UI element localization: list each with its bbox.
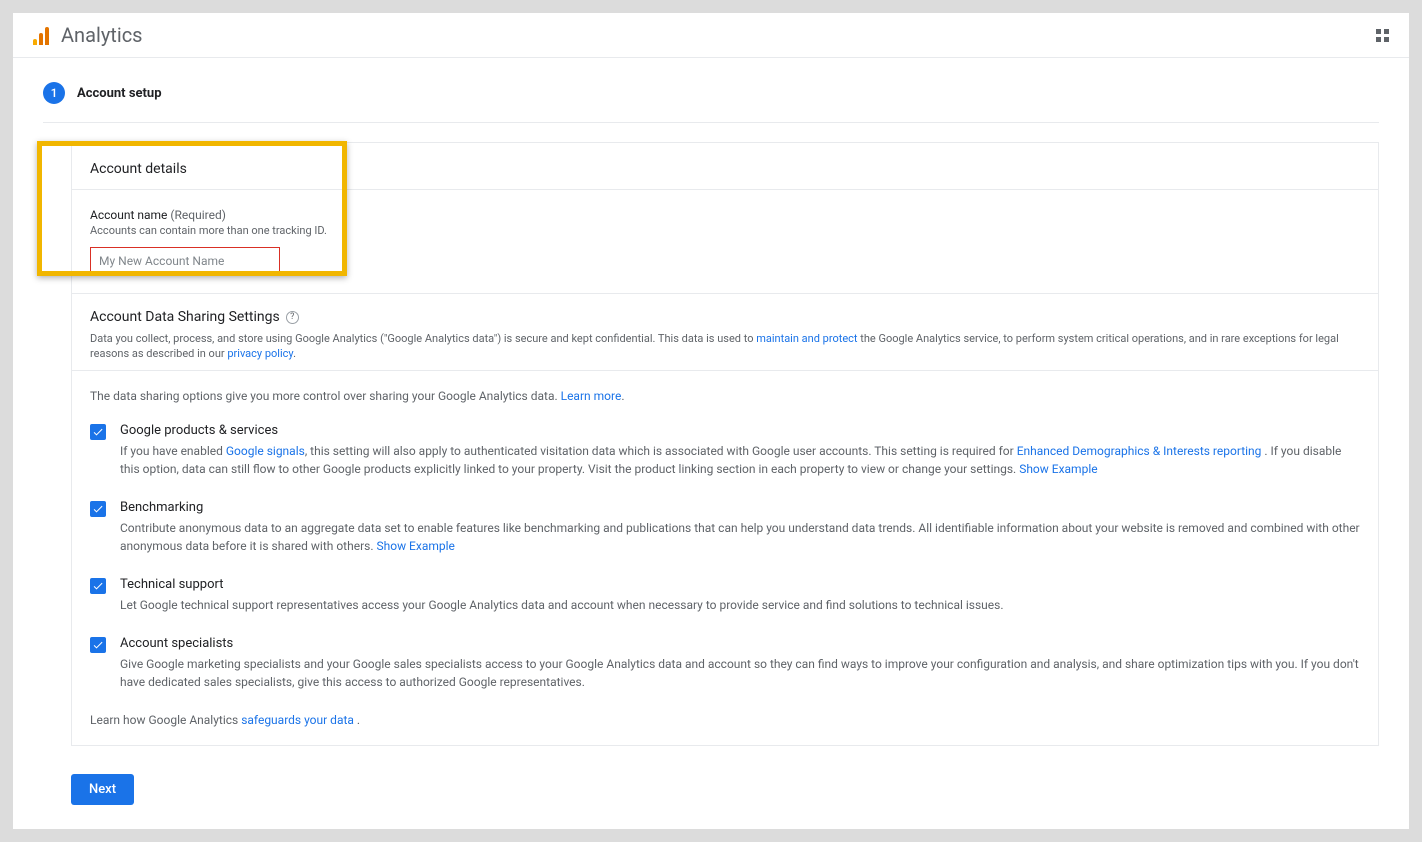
account-details-section: Account details Account name (Required) …: [71, 142, 1379, 294]
google-signals-link[interactable]: Google signals: [226, 444, 305, 458]
option-title: Technical support: [120, 577, 1360, 592]
account-name-hint: Accounts can contain more than one track…: [90, 224, 1360, 237]
option-benchmarking: Benchmarking Contribute anonymous data t…: [90, 500, 1360, 555]
app-title: Analytics: [61, 23, 143, 47]
page-content: 1 Account setup Account details Account …: [13, 58, 1409, 829]
option-desc: If you have enabled Google signals, this…: [120, 442, 1360, 478]
header-left: Analytics: [33, 23, 143, 47]
option-desc: Let Google technical support representat…: [120, 596, 1360, 614]
option-account-specialists: Account specialists Give Google marketin…: [90, 636, 1360, 691]
content-area: Account details Account name (Required) …: [71, 142, 1379, 746]
account-details-header: Account details: [72, 143, 1378, 190]
maintain-protect-link[interactable]: maintain and protect: [756, 332, 857, 345]
option-google-products: Google products & services If you have e…: [90, 423, 1360, 478]
step-label: Account setup: [77, 86, 162, 101]
data-sharing-description: Data you collect, process, and store usi…: [90, 331, 1360, 362]
next-button[interactable]: Next: [71, 774, 134, 805]
checkbox-technical-support[interactable]: [90, 578, 106, 594]
account-name-label: Account name (Required): [90, 208, 1360, 222]
account-details-title: Account details: [90, 161, 1360, 177]
safeguards-line: Learn how Google Analytics safeguards yo…: [90, 713, 1360, 727]
show-example-link[interactable]: Show Example: [1019, 462, 1097, 476]
checkbox-account-specialists[interactable]: [90, 637, 106, 653]
checkbox-benchmarking[interactable]: [90, 501, 106, 517]
option-desc: Contribute anonymous data to an aggregat…: [120, 519, 1360, 555]
show-example-link[interactable]: Show Example: [376, 539, 454, 553]
help-icon[interactable]: ?: [286, 311, 299, 324]
safeguards-link[interactable]: safeguards your data: [241, 713, 354, 727]
analytics-logo-icon: [33, 25, 49, 45]
data-sharing-section: Account Data Sharing Settings ? Data you…: [71, 293, 1379, 746]
apps-grid-icon[interactable]: [1376, 29, 1389, 42]
option-technical-support: Technical support Let Google technical s…: [90, 577, 1360, 614]
app-window: Analytics 1 Account setup Account detail…: [13, 13, 1409, 829]
option-desc: Give Google marketing specialists and yo…: [120, 655, 1360, 691]
data-sharing-title: Account Data Sharing Settings ?: [90, 309, 299, 325]
sharing-intro: The data sharing options give you more c…: [90, 389, 1360, 403]
stepper-row[interactable]: 1 Account setup: [43, 82, 1379, 123]
checkbox-google-products[interactable]: [90, 424, 106, 440]
option-title: Account specialists: [120, 636, 1360, 651]
privacy-policy-link[interactable]: privacy policy: [227, 347, 293, 360]
option-title: Benchmarking: [120, 500, 1360, 515]
option-title: Google products & services: [120, 423, 1360, 438]
enhanced-demographics-link[interactable]: Enhanced Demographics & Interests report…: [1017, 444, 1262, 458]
learn-more-link[interactable]: Learn more: [561, 389, 622, 403]
app-header: Analytics: [13, 13, 1409, 58]
step-number-badge: 1: [43, 82, 65, 104]
account-name-input[interactable]: [90, 247, 280, 275]
